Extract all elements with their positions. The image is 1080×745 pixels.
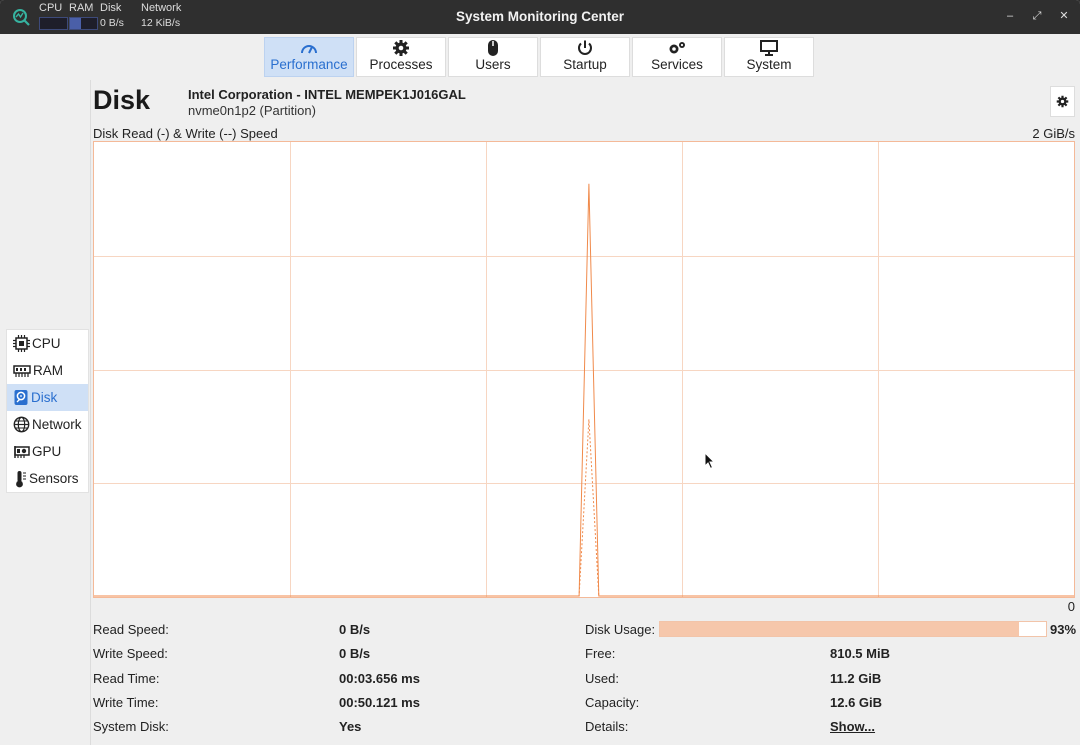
tab-services[interactable]: Services [632,37,722,77]
sidebar-item-ram-label: RAM [33,363,63,378]
sidebar-item-ram[interactable]: RAM [7,357,88,384]
read-speed-label: Read Speed: [93,622,169,637]
gear-icon [1056,95,1069,108]
mouse-icon [487,38,499,57]
write-time-label: Write Time: [93,695,159,710]
sidebar-item-cpu[interactable]: CPU [7,330,88,357]
performance-sidebar: CPU RAM Disk Network GPU Sensors [6,329,89,493]
series-line-write [94,419,1074,597]
globe-icon [13,416,30,433]
chart-title: Disk Read (-) & Write (--) Speed [93,126,278,141]
system-disk-label: System Disk: [93,719,169,734]
thermometer-icon [16,470,26,487]
tab-processes[interactable]: Processes [356,37,446,77]
capacity-value: 12.6 GiB [830,695,883,710]
ram-icon [13,364,31,377]
sidebar-item-sensors-label: Sensors [29,471,79,486]
disk-usage-bar [659,621,1047,637]
read-time-label: Read Time: [93,671,160,686]
tab-system[interactable]: System [724,37,814,77]
capacity-label: Capacity: [585,695,640,710]
sidebar-divider [90,80,91,745]
chart-max-label: 2 GiB/s [1032,126,1075,141]
sidebar-item-gpu-label: GPU [32,444,62,459]
disk-usage-percent: 93% [1050,622,1077,637]
sidebar-item-network[interactable]: Network [7,411,88,438]
free-value: 810.5 MiB [830,646,890,661]
disk-icon [14,390,28,405]
disk-usage-bar-fill [660,622,1019,636]
tab-users-label: Users [475,57,511,72]
gears-icon [667,38,687,57]
sidebar-item-network-label: Network [32,417,82,432]
gear-icon [392,38,410,57]
chart-min-label: 0 [1067,599,1075,614]
tab-processes-label: Processes [369,57,433,72]
series-line-read [94,183,1074,597]
disk-speed-chart [93,141,1075,598]
write-speed-label: Write Speed: [93,646,168,661]
sidebar-item-disk[interactable]: Disk [7,384,88,411]
disk-usage-label: Disk Usage: [585,622,656,637]
tab-performance[interactable]: Performance [264,37,354,77]
write-time-value: 00:50.121 ms [339,695,420,710]
tab-system-label: System [746,57,792,72]
tab-performance-label: Performance [270,57,348,72]
free-label: Free: [585,646,616,661]
disk-vendor-model: Intel Corporation - INTEL MEMPEK1J016GAL [188,87,466,102]
minimize-button[interactable]: – [1002,8,1018,24]
cpu-icon [13,335,30,352]
used-value: 11.2 GiB [830,671,882,686]
tab-startup[interactable]: Startup [540,37,630,77]
close-button[interactable]: ✕ [1056,8,1072,24]
mouse-cursor-icon [704,452,716,470]
window-title: System Monitoring Center [455,9,625,24]
title-bar: CPU RAM Disk 0 B/s Network 12 KiB/s Syst… [0,0,1080,34]
disk-settings-button[interactable] [1050,86,1075,117]
sidebar-item-gpu[interactable]: GPU [7,438,88,465]
details-show-link[interactable]: Show... [830,719,875,734]
sidebar-item-sensors[interactable]: Sensors [7,465,88,492]
monitor-icon [760,38,778,57]
tab-services-label: Services [651,57,703,72]
maximize-button[interactable]: ⤢ [1029,8,1045,24]
disk-partition: nvme0n1p2 (Partition) [188,103,316,118]
disk-speed-chart-svg [94,142,1074,597]
system-disk-value: Yes [339,719,362,734]
write-speed-value: 0 B/s [339,646,371,661]
main-tab-bar: Performance Processes Users Startup Serv… [264,37,814,77]
page-title: Disk [93,85,151,115]
sidebar-item-disk-label: Disk [31,390,58,405]
tab-startup-label: Startup [563,57,607,72]
read-speed-value: 0 B/s [339,622,371,637]
tab-users[interactable]: Users [448,37,538,77]
power-icon [576,38,594,57]
used-label: Used: [585,671,619,686]
sidebar-item-cpu-label: CPU [32,336,61,351]
gauge-icon [300,38,318,57]
details-label: Details: [585,719,629,734]
app-window: CPU RAM Disk 0 B/s Network 12 KiB/s Syst… [0,0,1080,745]
gpu-icon [14,445,30,458]
read-time-value: 00:03.656 ms [339,671,420,686]
